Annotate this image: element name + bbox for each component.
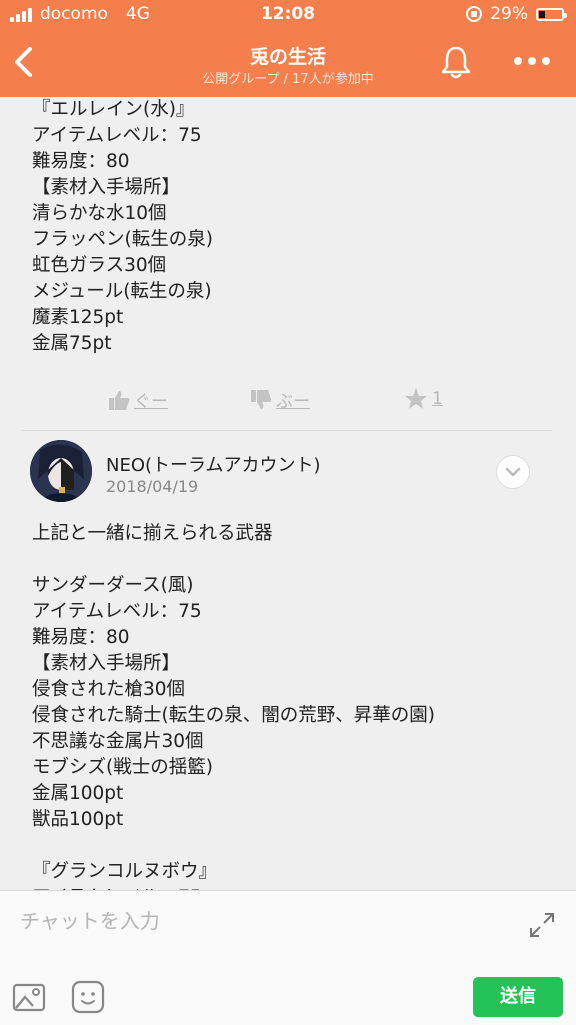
sticker-icon[interactable] [70,979,106,1015]
author-name[interactable]: NEO(トーラムアカウント) [106,451,321,477]
post-divider [22,430,552,431]
navigation-bar: 兎の生活 公開グループ / 17人が参加中 [0,30,576,97]
chevron-down-icon[interactable] [497,456,529,488]
top-bar: docomo 4G 12:08 29% 兎の生活 公開グループ / 17人が参加… [0,0,576,97]
more-options-icon[interactable] [514,54,554,68]
star-icon [405,388,427,409]
expand-icon[interactable] [528,911,556,939]
thumbs-up-icon [109,390,130,410]
good-label: ぐー [134,392,168,412]
bell-icon[interactable] [440,44,472,80]
post-date: 2018/04/19 [106,477,199,496]
status-bar: docomo 4G 12:08 29% [0,0,576,30]
battery-icon [536,7,567,21]
star-button[interactable]: 1 [404,387,443,411]
post-body: 『エルレイン(水)』 アイテムレベル：75 難易度：80 【素材入手場所】 清ら… [32,99,213,354]
avatar-image [30,440,92,502]
image-icon[interactable] [12,981,48,1013]
chat-input[interactable]: チャットを入力 [20,905,160,934]
group-subtitle: 公開グループ / 17人が参加中 [202,72,374,87]
avatar[interactable] [30,440,92,502]
boo-label: ぶー [276,392,310,412]
good-button[interactable]: ぐー [108,387,168,412]
rotation-lock-icon [466,6,483,22]
chat-input-bar: チャットを入力 送信 [0,890,576,1025]
post-body: 上記と一緒に揃えられる武器 サンダーダース(風) アイテムレベル：75 難易度：… [32,523,435,890]
battery-percent: 29% [490,4,528,24]
star-count: 1 [432,389,443,409]
post-list[interactable]: 『エルレイン(水)』 アイテムレベル：75 難易度：80 【素材入手場所】 清ら… [0,97,576,890]
thumbs-down-icon [251,389,272,409]
group-title: 兎の生活 [249,46,326,68]
send-button[interactable]: 送信 [473,977,563,1017]
reaction-bar: ぐー ぶー 1 [0,383,576,417]
boo-button[interactable]: ぶー [250,387,310,412]
